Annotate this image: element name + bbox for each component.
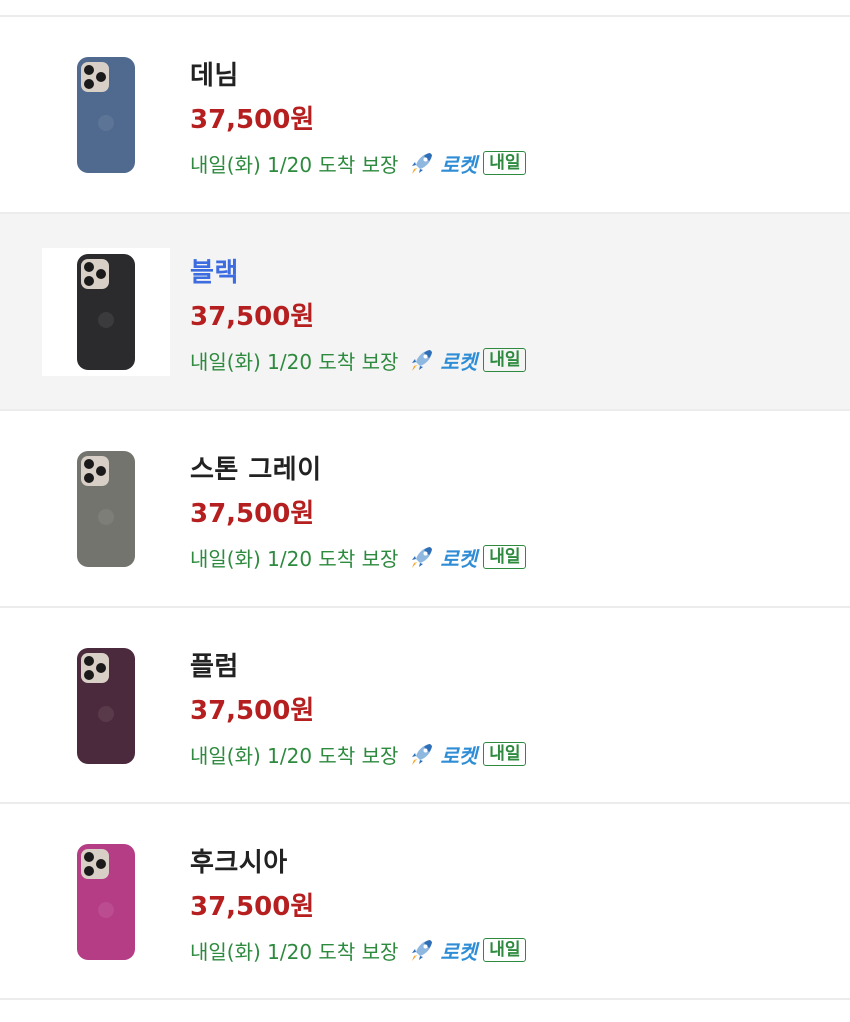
tomorrow-badge: 내일 [483,545,527,569]
rocket-label: 로켓 [440,546,478,571]
delivery-date-text: 내일(화) 1/20 도착 보장 [190,349,399,374]
option-name: 플럼 [190,652,239,682]
divider [0,998,850,1000]
delivery-info: 내일(화) 1/20 도착 보장 로켓 내일 [190,935,527,965]
rocket-label: 로켓 [440,939,478,964]
product-thumbnail [42,51,170,179]
phone-case-thumbnail-icon [77,648,135,764]
product-option-list: 데님 37,500원 내일(화) 1/20 도착 보장 로켓 내일 블랙 37,… [0,0,850,1022]
option-name: 스톤 그레이 [190,455,322,485]
delivery-info: 내일(화) 1/20 도착 보장 로켓 내일 [190,345,527,375]
option-price: 37,500원 [190,696,315,726]
option-price: 37,500원 [190,499,315,529]
delivery-info: 내일(화) 1/20 도착 보장 로켓 내일 [190,148,527,178]
rocket-icon [408,740,436,768]
rocket-icon [408,936,436,964]
rocket-label: 로켓 [440,152,478,177]
option-row-stone-gray[interactable]: 스톤 그레이 37,500원 내일(화) 1/20 도착 보장 로켓 내일 [0,411,850,606]
product-thumbnail [42,445,170,573]
option-price: 37,500원 [190,105,315,135]
delivery-date-text: 내일(화) 1/20 도착 보장 [190,546,399,571]
product-thumbnail [42,838,170,966]
rocket-label: 로켓 [440,743,478,768]
delivery-date-text: 내일(화) 1/20 도착 보장 [190,939,399,964]
phone-case-thumbnail-icon [77,57,135,173]
phone-case-thumbnail-icon [77,451,135,567]
delivery-date-text: 내일(화) 1/20 도착 보장 [190,152,399,177]
tomorrow-badge: 내일 [483,742,527,766]
rocket-icon [408,149,436,177]
phone-case-thumbnail-icon [77,254,135,370]
product-thumbnail [42,248,170,376]
delivery-info: 내일(화) 1/20 도착 보장 로켓 내일 [190,542,527,572]
delivery-info: 내일(화) 1/20 도착 보장 로켓 내일 [190,739,527,769]
tomorrow-badge: 내일 [483,938,527,962]
option-name: 블랙 [190,258,239,288]
option-name: 후크시아 [190,848,288,878]
rocket-icon [408,543,436,571]
phone-case-thumbnail-icon [77,844,135,960]
option-price: 37,500원 [190,302,315,332]
option-row-denim[interactable]: 데님 37,500원 내일(화) 1/20 도착 보장 로켓 내일 [0,17,850,212]
product-thumbnail [42,642,170,770]
option-row-fuchsia[interactable]: 후크시아 37,500원 내일(화) 1/20 도착 보장 로켓 내일 [0,804,850,999]
rocket-label: 로켓 [440,349,478,374]
tomorrow-badge: 내일 [483,151,527,175]
rocket-icon [408,346,436,374]
option-price: 37,500원 [190,892,315,922]
delivery-date-text: 내일(화) 1/20 도착 보장 [190,743,399,768]
option-row-plum[interactable]: 플럼 37,500원 내일(화) 1/20 도착 보장 로켓 내일 [0,608,850,803]
option-name: 데님 [190,61,239,91]
option-row-black[interactable]: 블랙 37,500원 내일(화) 1/20 도착 보장 로켓 내일 [0,214,850,409]
tomorrow-badge: 내일 [483,348,527,372]
